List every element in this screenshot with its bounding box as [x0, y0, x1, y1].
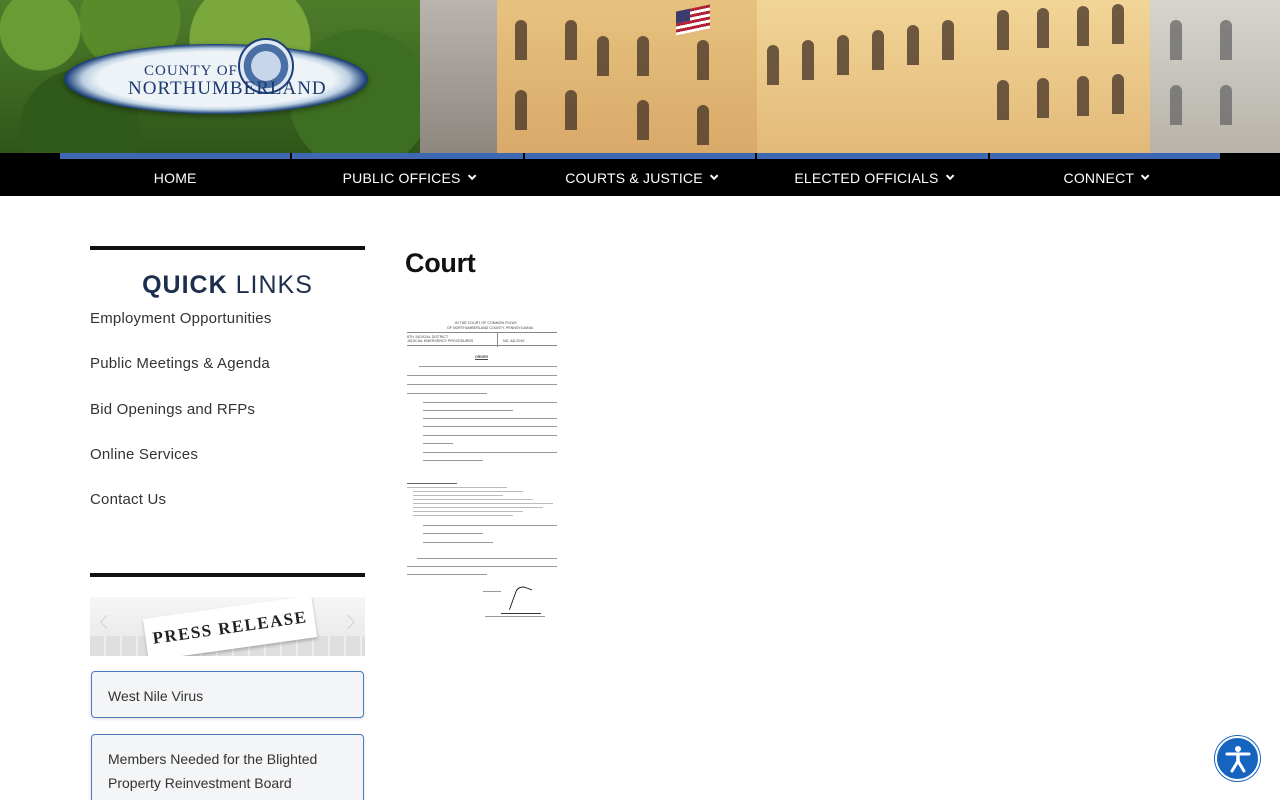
- court-order-document[interactable]: IN THE COURT OF COMMON PLEAS OF NORTHUMB…: [405, 318, 558, 624]
- accessibility-button[interactable]: [1215, 736, 1260, 781]
- header-banner: COUNTY OF NORTHUMBERLAND: [0, 0, 1280, 153]
- doc-subject: JUDICIAL EMERGENCY PROCEDURES: [407, 339, 474, 343]
- nav-connect[interactable]: CONNECT: [989, 153, 1221, 196]
- chevron-right-icon[interactable]: [340, 614, 356, 630]
- chevron-down-icon: [467, 171, 476, 180]
- doc-order-title: ORDER: [475, 355, 488, 359]
- nav-public-offices-label: PUBLIC OFFICES: [342, 169, 461, 186]
- news-item-label: West Nile Virus: [108, 688, 204, 704]
- nav-courts-justice[interactable]: COURTS & JUSTICE: [524, 153, 756, 196]
- doc-heading1: IN THE COURT OF COMMON PLEAS: [455, 321, 517, 325]
- divider: [90, 246, 365, 250]
- page-title: Court: [405, 248, 476, 278]
- quick-links-title: QUICK LINKS: [90, 271, 365, 300]
- quick-links-title-light: LINKS: [235, 271, 313, 299]
- chevron-left-icon[interactable]: [99, 614, 115, 630]
- nav-elected-officials-label: ELECTED OFFICIALS: [794, 169, 939, 186]
- press-release-carousel[interactable]: PRESS RELEASE: [90, 597, 365, 656]
- sidebar: QUICK LINKS Employment Opportunities Pub…: [90, 246, 365, 534]
- quick-link-meetings[interactable]: Public Meetings & Agenda: [90, 353, 365, 398]
- quick-link-employment[interactable]: Employment Opportunities: [90, 308, 365, 353]
- logo-line2: NORTHUMBERLAND: [128, 78, 327, 99]
- doc-number: NO. AD-2019: [503, 339, 525, 343]
- news-item-label: Members Needed for the Blighted Property…: [108, 751, 318, 791]
- chevron-down-icon: [709, 171, 719, 180]
- quick-link-bids[interactable]: Bid Openings and RFPs: [90, 399, 365, 444]
- quick-link-label: Online Services: [90, 445, 199, 463]
- quick-link-contact[interactable]: Contact Us: [90, 489, 365, 534]
- quick-link-label: Bid Openings and RFPs: [90, 400, 256, 418]
- nav-elected-officials[interactable]: ELECTED OFFICIALS: [757, 153, 988, 196]
- nav-home-label: HOME: [153, 169, 197, 186]
- banner-building: [1150, 0, 1280, 153]
- divider: [90, 573, 365, 577]
- quick-links-title-bold: QUICK: [142, 271, 228, 299]
- main-nav: HOME PUBLIC OFFICES COURTS & JUSTICE ELE…: [0, 153, 1280, 196]
- quick-link-label: Employment Opportunities: [90, 310, 272, 327]
- nav-connect-label: CONNECT: [1063, 169, 1135, 186]
- quick-links-list: Employment Opportunities Public Meetings…: [90, 308, 365, 534]
- news-item-blighted-property[interactable]: Members Needed for the Blighted Property…: [91, 734, 364, 800]
- news-item-west-nile[interactable]: West Nile Virus: [91, 671, 364, 718]
- nav-items: HOME PUBLIC OFFICES COURTS & JUSTICE ELE…: [60, 153, 1221, 196]
- quick-link-label: Contact Us: [90, 491, 167, 509]
- quick-link-online-services[interactable]: Online Services: [90, 444, 365, 489]
- nav-courts-justice-label: COURTS & JUSTICE: [565, 169, 703, 186]
- signature-image: [501, 584, 541, 614]
- chevron-down-icon: [1141, 171, 1150, 180]
- chevron-down-icon: [945, 171, 954, 180]
- county-logo[interactable]: COUNTY OF NORTHUMBERLAND: [64, 38, 368, 114]
- banner-building: [497, 0, 757, 153]
- nav-home[interactable]: HOME: [60, 153, 291, 196]
- doc-heading2: OF NORTHUMBERLAND COUNTY, PENNSYLVANIA: [447, 326, 533, 330]
- nav-public-offices[interactable]: PUBLIC OFFICES: [292, 153, 523, 196]
- accessibility-icon: [1225, 746, 1251, 773]
- banner-building: [757, 0, 1157, 153]
- quick-link-label: Public Meetings & Agenda: [90, 355, 270, 373]
